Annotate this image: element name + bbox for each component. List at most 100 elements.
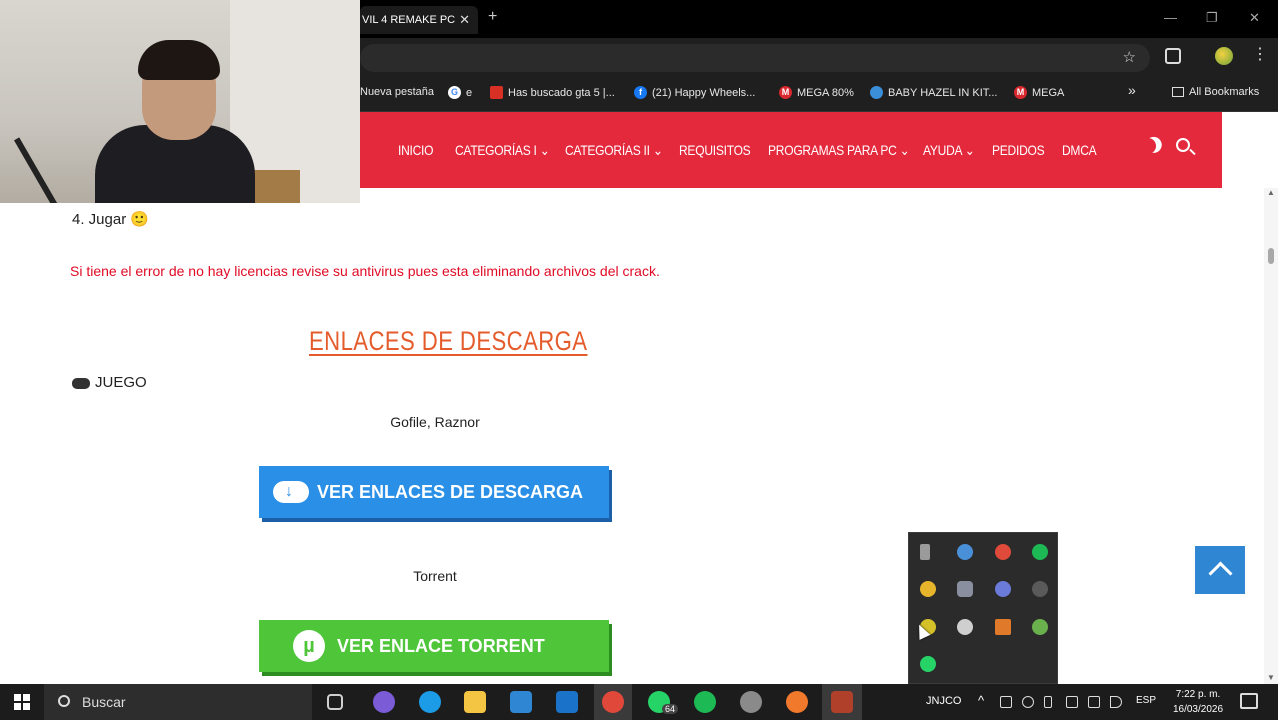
bookmark-label: MEGA 80% bbox=[797, 86, 854, 99]
search-icon[interactable] bbox=[1176, 138, 1190, 152]
close-window-button[interactable]: ✕ bbox=[1249, 10, 1260, 26]
antivirus-icon[interactable] bbox=[995, 544, 1011, 560]
game-taskbar-icon[interactable] bbox=[831, 691, 853, 713]
tab-close-icon[interactable]: ✕ bbox=[459, 6, 470, 34]
chrome-icon[interactable] bbox=[920, 581, 936, 597]
tray-device-icon[interactable] bbox=[1000, 696, 1012, 708]
clock-date: 16/03/2026 bbox=[1172, 704, 1224, 715]
mega-icon: M bbox=[1014, 86, 1027, 99]
tray-overflow-chevron-icon[interactable]: ^ bbox=[978, 693, 984, 708]
tray-label: JNJCO bbox=[926, 695, 962, 707]
scroll-up-icon[interactable]: ▲ bbox=[1267, 188, 1275, 197]
bookmark-label: BABY HAZEL IN KIT... bbox=[888, 86, 998, 99]
store-icon[interactable] bbox=[510, 691, 532, 713]
tab-title: VIL 4 REMAKE PC bbox=[362, 14, 456, 26]
bookmark-item[interactable]: Has buscado gta 5 |... bbox=[490, 86, 615, 99]
bookmark-item[interactable]: M MEGA bbox=[1014, 86, 1064, 99]
globe-icon bbox=[870, 86, 883, 99]
edge-icon[interactable] bbox=[419, 691, 441, 713]
nav-dmca[interactable]: DMCA bbox=[1062, 142, 1097, 158]
taskbar-search[interactable]: Buscar bbox=[44, 684, 312, 720]
gamepad-icon bbox=[72, 377, 90, 389]
language-indicator[interactable]: ESP bbox=[1136, 695, 1156, 706]
file-explorer-icon[interactable] bbox=[464, 691, 486, 713]
site-navigation: INICIO CATEGORÍAS I ⌄ CATEGORÍAS II ⌄ RE… bbox=[360, 112, 1222, 188]
bookmarks-overflow-icon[interactable]: » bbox=[1128, 82, 1136, 98]
firefox-icon[interactable] bbox=[786, 691, 808, 713]
whatsapp-icon[interactable] bbox=[920, 656, 936, 672]
search-icon bbox=[58, 695, 70, 707]
scroll-down-icon[interactable]: ▼ bbox=[1267, 673, 1275, 682]
bookmark-star-icon[interactable]: ☆ bbox=[1123, 48, 1136, 66]
microphone-icon[interactable] bbox=[1044, 696, 1052, 708]
usb-icon[interactable] bbox=[920, 544, 930, 560]
nav-programas[interactable]: PROGRAMAS PARA PC ⌄ bbox=[768, 142, 910, 159]
display-icon[interactable] bbox=[1066, 696, 1078, 708]
bookmark-item[interactable]: G e bbox=[448, 86, 472, 99]
windows-taskbar: Buscar 64 JNJCO ^ ESP 7:22 p. m. 16/03/2… bbox=[0, 684, 1278, 720]
nav-inicio[interactable]: INICIO bbox=[398, 142, 434, 158]
hosts-label: Gofile, Raznor bbox=[390, 414, 480, 430]
webcam-overlay bbox=[0, 0, 360, 203]
minimize-button[interactable]: — bbox=[1164, 10, 1177, 25]
nav-requisitos[interactable]: REQUISITOS bbox=[679, 142, 751, 158]
taskbar-clock[interactable]: 7:22 p. m. 16/03/2026 bbox=[1166, 687, 1230, 717]
downloads-heading: ENLACES DE DESCARGA bbox=[309, 326, 588, 356]
new-tab-button[interactable]: + bbox=[488, 8, 497, 26]
volume-icon[interactable] bbox=[1110, 696, 1122, 708]
dark-mode-icon[interactable] bbox=[1138, 136, 1159, 157]
extensions-icon[interactable] bbox=[1165, 48, 1181, 64]
game-section-label: JUEGO bbox=[72, 374, 147, 391]
onedrive-icon[interactable] bbox=[1022, 696, 1034, 708]
bookmark-item[interactable]: BABY HAZEL IN KIT... bbox=[870, 86, 997, 99]
bookmark-item[interactable]: Nueva pestaña bbox=[360, 86, 434, 98]
folder-icon bbox=[1172, 87, 1184, 97]
copilot-icon[interactable] bbox=[373, 691, 395, 713]
utorrent-icon: µ bbox=[293, 630, 325, 662]
nav-ayuda[interactable]: AYUDA ⌄ bbox=[923, 142, 975, 159]
search-placeholder: Buscar bbox=[82, 694, 126, 710]
task-view-icon[interactable] bbox=[327, 694, 343, 710]
all-bookmarks-label: All Bookmarks bbox=[1189, 86, 1260, 98]
settings-app-icon[interactable] bbox=[957, 544, 973, 560]
discord-icon[interactable] bbox=[957, 581, 973, 597]
utorrent-tray-icon[interactable] bbox=[1032, 619, 1048, 635]
chrome-taskbar-icon[interactable] bbox=[602, 691, 624, 713]
facebook-icon: f bbox=[634, 86, 647, 99]
spotify-icon[interactable] bbox=[1032, 544, 1048, 560]
notification-icon[interactable] bbox=[1240, 693, 1258, 709]
step-4-text: 4. Jugar 🙂 bbox=[72, 211, 150, 228]
orange-app-icon[interactable] bbox=[995, 619, 1011, 635]
bookmark-label: e bbox=[466, 86, 473, 99]
nav-categorias-1[interactable]: CATEGORÍAS I ⌄ bbox=[455, 142, 550, 159]
outlook-icon[interactable] bbox=[556, 691, 578, 713]
bookmark-item[interactable]: M MEGA 80% bbox=[779, 86, 854, 99]
app-icon[interactable] bbox=[995, 581, 1011, 597]
nav-pedidos[interactable]: PEDIDOS bbox=[992, 142, 1045, 158]
microphone-arm bbox=[14, 110, 106, 203]
profile-avatar[interactable] bbox=[1215, 47, 1233, 65]
spotify-taskbar-icon[interactable] bbox=[694, 691, 716, 713]
address-bar[interactable]: ☆ bbox=[360, 44, 1150, 72]
browser-tab[interactable]: VIL 4 REMAKE PC ✕ bbox=[360, 6, 478, 34]
start-button[interactable] bbox=[14, 694, 30, 710]
download-links-button[interactable]: VER ENLACES DE DESCARGA bbox=[259, 466, 609, 518]
restore-button[interactable]: ❐ bbox=[1206, 10, 1218, 26]
browser-menu-icon[interactable]: ⋮ bbox=[1252, 44, 1268, 64]
scroll-to-top-button[interactable] bbox=[1195, 546, 1245, 594]
all-bookmarks-button[interactable]: All Bookmarks bbox=[1172, 86, 1259, 98]
scroll-thumb[interactable] bbox=[1268, 248, 1274, 264]
bookmark-item[interactable]: f (21) Happy Wheels... bbox=[634, 86, 755, 99]
gt-icon bbox=[490, 86, 503, 99]
whatsapp-badge: 64 bbox=[662, 704, 679, 714]
webcam-person-hair bbox=[138, 40, 220, 80]
torrent-link-button[interactable]: µ VER ENLACE TORRENT bbox=[259, 620, 609, 672]
g-hub-icon[interactable] bbox=[957, 619, 973, 635]
torrent-button-label: VER ENLACE TORRENT bbox=[337, 635, 545, 656]
bookmark-label: Has buscado gta 5 |... bbox=[508, 86, 615, 99]
steam-taskbar-icon[interactable] bbox=[740, 691, 762, 713]
steam-icon[interactable] bbox=[1032, 581, 1048, 597]
page-scrollbar[interactable]: ▲ ▼ bbox=[1264, 188, 1278, 684]
nav-categorias-2[interactable]: CATEGORÍAS II ⌄ bbox=[565, 142, 663, 159]
network-icon[interactable] bbox=[1088, 696, 1100, 708]
